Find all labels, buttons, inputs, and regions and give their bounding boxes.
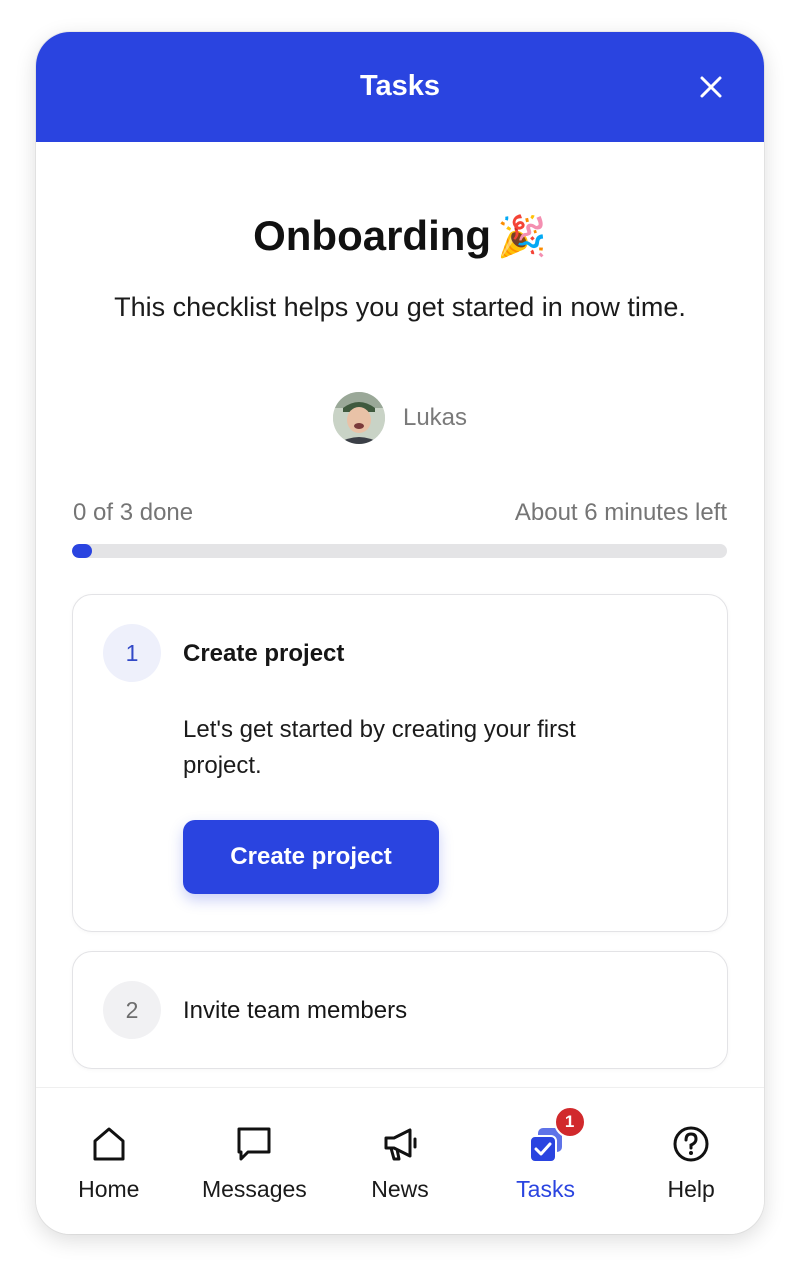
task-number-badge: 2 — [103, 981, 161, 1039]
checklist-title: Onboarding — [253, 212, 492, 259]
nav-item-messages[interactable]: Messages — [182, 1088, 328, 1234]
tasks-notification-badge: 1 — [553, 1106, 586, 1138]
nav-item-help[interactable]: Help — [618, 1088, 764, 1234]
nav-label: Messages — [201, 1176, 307, 1202]
party-popper-icon: 🎉 — [497, 214, 547, 259]
header-title: Tasks — [359, 70, 441, 102]
nav-item-tasks[interactable]: 1 Tasks — [473, 1088, 619, 1234]
nav-label: Tasks — [516, 1176, 575, 1202]
checklist-content[interactable]: Onboarding 🎉 This checklist helps you ge… — [36, 142, 764, 1206]
task-description: Let's get started by creating your first… — [183, 716, 576, 779]
nav-item-news[interactable]: News — [327, 1088, 473, 1234]
help-circle-icon — [671, 1124, 711, 1164]
close-icon — [700, 76, 722, 98]
checklist-subtitle: This checklist helps you get started in … — [114, 292, 686, 322]
author-row: Lukas — [36, 392, 764, 444]
nav-item-home[interactable]: Home — [36, 1088, 182, 1234]
progress-done-label: 0 of 3 done — [73, 499, 194, 526]
megaphone-icon — [380, 1124, 420, 1164]
progress-labels: 0 of 3 done About 6 minutes left — [73, 499, 727, 527]
task-card-invite-team-members[interactable]: 2 Invite team members — [72, 951, 728, 1069]
task-number-badge: 1 — [103, 624, 161, 682]
tasks-icon: 1 — [526, 1106, 586, 1164]
tasks-widget: Tasks Onboarding 🎉 This checklist helps … — [36, 32, 764, 1234]
create-project-button[interactable]: Create project — [183, 820, 439, 894]
nav-label: Help — [667, 1176, 715, 1202]
home-icon — [89, 1124, 129, 1164]
progress-fill — [72, 544, 92, 558]
nav-label: Home — [78, 1176, 140, 1202]
checklist-title-row: Onboarding 🎉 — [36, 212, 764, 260]
close-button[interactable] — [698, 74, 724, 100]
task-card-create-project[interactable]: 1 Create project Let's get started by cr… — [72, 594, 728, 932]
header: Tasks — [36, 32, 764, 142]
chat-bubble-icon — [234, 1124, 274, 1164]
time-left-label: About 6 minutes left — [514, 499, 727, 526]
author-name: Lukas — [402, 404, 468, 431]
task-title: Create project — [183, 640, 345, 667]
bottom-nav: Home Messages News 1 Tasks Help — [36, 1087, 764, 1234]
nav-label: News — [371, 1176, 429, 1202]
task-title: Invite team members — [183, 997, 408, 1024]
avatar — [332, 392, 385, 444]
progress-bar — [72, 544, 727, 558]
